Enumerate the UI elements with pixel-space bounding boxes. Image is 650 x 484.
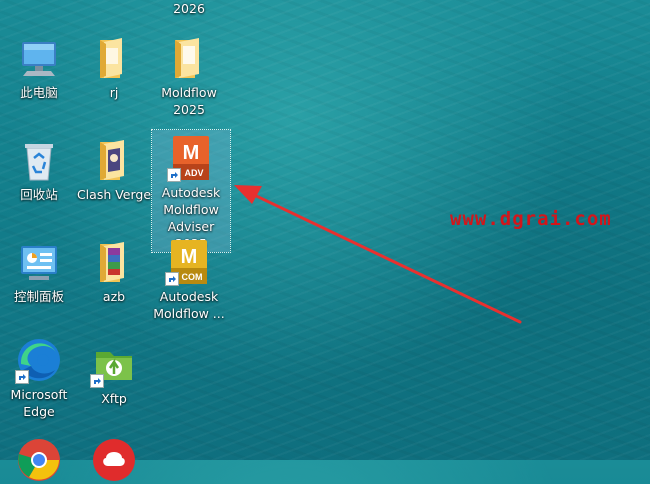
app-letter: M — [181, 246, 198, 268]
watermark-text: www.dgrai.com — [450, 208, 612, 230]
archive-folder-icon — [90, 238, 138, 286]
partial-icon-top[interactable]: 2026 — [150, 0, 228, 17]
desktop-icon-label: Xftp — [101, 391, 127, 406]
shortcut-arrow-icon — [167, 168, 181, 182]
control-panel-icon — [15, 238, 63, 286]
desktop-icon-label: Microsoft Edge — [10, 387, 68, 419]
desktop-icon-label: 此电脑 — [20, 85, 58, 100]
desktop-icon-label: 回收站 — [20, 187, 58, 202]
desktop-icon-label: Moldflow 2025 — [161, 85, 217, 117]
partial-icon-label: 2026 — [173, 1, 205, 16]
folder-icon — [165, 34, 213, 82]
edge-icon — [15, 336, 63, 384]
app-badge: ADV — [184, 168, 203, 178]
desktop-icon-moldflow-com[interactable]: M COM Autodesk Moldflow ... — [150, 238, 228, 322]
desktop-icon-recycle-bin[interactable]: 回收站 — [0, 136, 78, 203]
desktop-icon-chrome[interactable] — [0, 436, 78, 484]
desktop-icon-rj[interactable]: rj — [75, 34, 153, 101]
desktop-icon-moldflow-2025[interactable]: Moldflow 2025 — [150, 34, 228, 118]
folder-icon — [90, 34, 138, 82]
desktop-icon-this-pc[interactable]: 此电脑 — [0, 34, 78, 101]
xftp-icon — [90, 340, 138, 388]
desktop-icon-label: Clash Verge — [76, 187, 152, 202]
shortcut-arrow-icon — [90, 374, 104, 388]
moldflow-adviser-icon: M ADV — [167, 134, 215, 182]
app-badge: COM — [182, 272, 203, 282]
desktop-icon-control-panel[interactable]: 控制面板 — [0, 238, 78, 305]
desktop-icon-azb[interactable]: azb — [75, 238, 153, 305]
recycle-bin-icon — [15, 136, 63, 184]
shortcut-arrow-icon — [15, 370, 29, 384]
desktop-icon-label: 控制面板 — [13, 289, 64, 304]
desktop-icon-red-app[interactable] — [75, 436, 153, 484]
desktop-icon-label: Autodesk Moldflow ... — [153, 289, 225, 321]
desktop-icon-label: rj — [109, 85, 119, 100]
shortcut-arrow-icon — [165, 272, 179, 286]
desktop-icon-moldflow-adviser-2025[interactable]: M ADV Autodesk Moldflow Adviser 2025 — [151, 129, 231, 253]
chrome-icon — [15, 436, 63, 484]
desktop-icon-clash-verge[interactable]: Clash Verge — [75, 136, 153, 203]
red-app-icon — [90, 436, 138, 484]
desktop-icon-xftp[interactable]: Xftp — [75, 340, 153, 407]
computer-icon — [15, 34, 63, 82]
moldflow-com-icon: M COM — [165, 238, 213, 286]
desktop-icon-microsoft-edge[interactable]: Microsoft Edge — [0, 336, 78, 420]
app-letter: M — [183, 142, 200, 164]
folder-icon — [90, 136, 138, 184]
desktop-icon-label: azb — [102, 289, 126, 304]
